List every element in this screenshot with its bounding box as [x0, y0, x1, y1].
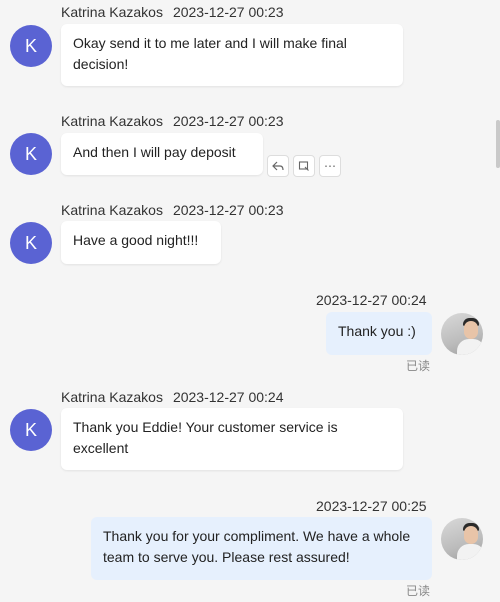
message-text: Thank you :) — [338, 323, 416, 339]
message-time: 2023-12-27 00:25 — [316, 498, 427, 514]
read-status: 已读 — [406, 584, 431, 598]
incoming-message-bubble[interactable]: And then I will pay deposit — [61, 133, 263, 175]
contact-avatar[interactable]: K — [10, 25, 52, 67]
message-meta: Katrina Kazakos 2023-12-27 00:23 — [61, 113, 284, 129]
avatar-initial: K — [24, 232, 37, 253]
message-time: 2023-12-27 00:23 — [172, 4, 284, 20]
message-hover-actions: ⋯ — [267, 155, 341, 177]
contact-avatar[interactable]: K — [10, 222, 52, 264]
outgoing-message-bubble[interactable]: Thank you :) — [326, 312, 432, 355]
sender-name: Katrina Kazakos — [61, 202, 163, 218]
my-avatar[interactable] — [441, 518, 483, 560]
avatar-initial: K — [24, 143, 37, 164]
sender-name: Katrina Kazakos — [61, 113, 163, 129]
reply-icon[interactable] — [267, 155, 289, 177]
message-text: Thank you Eddie! Your customer service i… — [73, 419, 338, 456]
message-text: Have a good night!!! — [73, 232, 199, 248]
outgoing-message-bubble[interactable]: Thank you for your compliment. We have a… — [91, 517, 432, 580]
message-meta: Katrina Kazakos 2023-12-27 00:24 — [61, 389, 284, 405]
forward-icon[interactable] — [293, 155, 315, 177]
read-status: 已读 — [406, 359, 431, 373]
incoming-message-bubble[interactable]: Okay send it to me later and I will make… — [61, 24, 403, 86]
message-text: Okay send it to me later and I will make… — [73, 35, 347, 72]
avatar-initial: K — [24, 419, 37, 440]
message-text: Thank you for your compliment. We have a… — [103, 528, 411, 565]
message-time: 2023-12-27 00:23 — [172, 202, 284, 218]
scrollbar[interactable] — [496, 120, 500, 168]
message-meta: Katrina Kazakos 2023-12-27 00:23 — [61, 202, 284, 218]
incoming-message-bubble[interactable]: Have a good night!!! — [61, 221, 221, 264]
contact-avatar[interactable]: K — [10, 133, 52, 175]
message-time: 2023-12-27 00:24 — [316, 292, 427, 308]
more-icon[interactable]: ⋯ — [319, 155, 341, 177]
message-time: 2023-12-27 00:23 — [172, 113, 284, 129]
message-text: And then I will pay deposit — [73, 144, 236, 160]
my-avatar[interactable] — [441, 313, 483, 355]
message-time: 2023-12-27 00:24 — [172, 389, 284, 405]
sender-name: Katrina Kazakos — [61, 4, 163, 20]
incoming-message-bubble[interactable]: Thank you Eddie! Your customer service i… — [61, 408, 403, 470]
contact-avatar[interactable]: K — [10, 409, 52, 451]
sender-name: Katrina Kazakos — [61, 389, 163, 405]
message-meta: Katrina Kazakos 2023-12-27 00:23 — [61, 4, 284, 20]
avatar-initial: K — [24, 35, 37, 56]
